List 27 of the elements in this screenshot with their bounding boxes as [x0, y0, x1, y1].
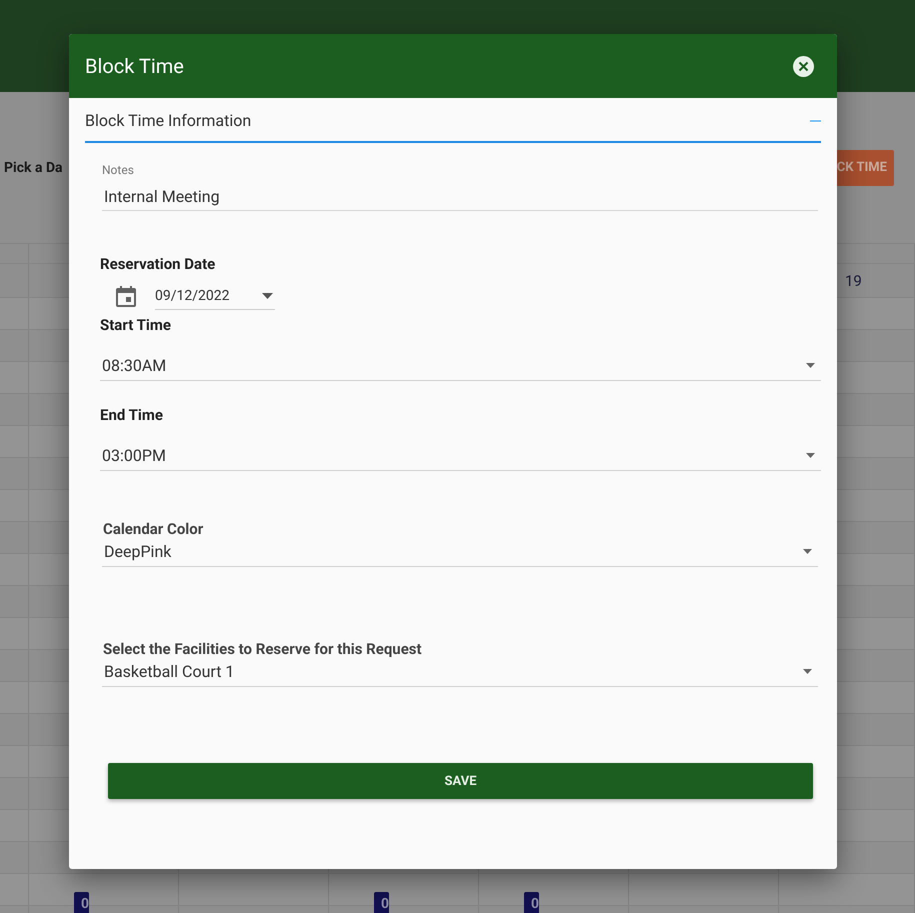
- color-select[interactable]: DeepPink: [102, 542, 818, 567]
- field-label: Select the Facilities to Reserve for this Request: [103, 640, 423, 658]
- close-icon[interactable]: [793, 56, 814, 76]
- start-time-select[interactable]: 08:30AM: [100, 356, 821, 381]
- section-title: Block Time Information: [85, 110, 252, 130]
- end-time-select[interactable]: 03:00PM: [100, 446, 821, 471]
- field-label: Calendar Color: [103, 520, 204, 538]
- caret-icon: [803, 669, 812, 674]
- count-badge: 0: [374, 892, 389, 913]
- calendar-icon[interactable]: [116, 286, 136, 306]
- field-label: Start Time: [100, 316, 172, 334]
- caret-icon: [806, 363, 815, 368]
- date-picker-label: Pick a Da: [4, 160, 63, 176]
- field-label: Notes: [102, 163, 135, 177]
- date-field[interactable]: 09/12/2022: [155, 282, 275, 310]
- count-badge: 0: [74, 892, 89, 913]
- count-badge: 0: [524, 892, 539, 913]
- section-header[interactable]: Block Time Information: [85, 98, 821, 143]
- caret-icon: [806, 453, 815, 458]
- field-label: Reservation Date: [100, 255, 216, 273]
- notes-field[interactable]: Notes Internal Meeting: [102, 163, 818, 211]
- field-label: End Time: [100, 406, 164, 424]
- save-button[interactable]: SAVE: [108, 763, 813, 799]
- day-number: 19: [845, 272, 862, 290]
- facility-select[interactable]: Basketball Court 1: [102, 662, 818, 687]
- field-value: Internal Meeting: [104, 187, 221, 206]
- dialog-title: Block Time: [85, 54, 184, 78]
